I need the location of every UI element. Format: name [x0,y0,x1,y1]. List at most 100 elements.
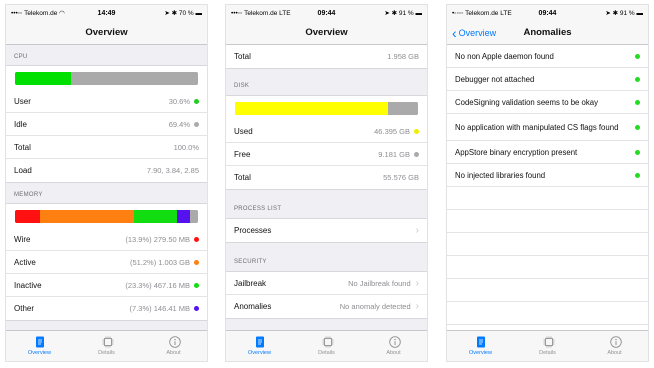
row-other: Other (7.3%) 146.41 MB [6,297,207,320]
legend-dot-icon [194,121,199,127]
anomaly-row: No non Apple daemon found [447,45,648,68]
row-total: Total 55.576 GB [226,166,427,189]
section-header-disk: DISK [234,83,250,89]
memory-rows: Wire (13.9%) 279.50 MB Active (51.2%) 1.003… [6,228,207,320]
row-value: 100.0% [173,142,199,152]
row-wire: Wire (13.9%) 279.50 MB [6,228,207,251]
row-label: Total [234,173,251,182]
row-used: Used 46.395 GB [226,120,427,143]
tab-overview[interactable]: Overview [226,331,293,361]
row-label: Used [234,126,253,136]
tab-label: About [386,350,401,356]
screen-overview-cpu-memory: •••◦◦ Telekom.de ◠ 14:49 ➤ ✱ 70 % ▬ Over… [5,4,208,362]
chip-icon [543,336,554,348]
row-anomalies[interactable]: Anomalies No anomaly detected › [226,295,427,318]
row-value: 7.90, 3.84, 2.85 [146,166,199,175]
anomaly-label: No application with manipulated CS flags… [455,122,619,132]
security-rows: Jailbreak No Jailbreak found › Anomalies No … [226,272,427,318]
anomaly-label: No injected libraries found [455,170,546,180]
row-label: User [14,96,31,106]
empty-rows [447,187,648,330]
tab-label: Overview [28,350,51,356]
anomaly-items: No non Apple daemon found Debugger not at… [447,45,648,187]
tab-about[interactable]: About [140,331,207,361]
row-jailbreak[interactable]: Jailbreak No Jailbreak found › [226,272,427,295]
section-header-cpu: CPU [14,54,28,60]
chevron-right-icon: › [415,277,419,289]
status-dot-icon [635,99,640,105]
scroll-content[interactable]: CPU User 30.6% Idle 69.4% Total 100.0% Load 7.9… [6,45,207,330]
row-value: (7.3%) 146.41 MB [129,304,190,313]
document-icon [476,336,486,348]
empty-row [447,279,648,302]
legend-dot-icon [194,282,199,288]
anomaly-label: No non Apple daemon found [455,51,554,61]
empty-row [447,210,648,233]
clock: 09:44 [538,9,557,17]
row-load: Load 7.90, 3.84, 2.85 [6,159,207,182]
scroll-content[interactable]: Total 1.958 GB DISK Used 46.395 GB Free 9.1… [226,45,427,330]
row-value: 69.4% [168,119,190,129]
status-dot-icon [635,124,640,130]
chevron-left-icon: ‹ [452,25,457,41]
memory-usage-bar [15,210,198,223]
battery-label: ➤ ✱ 91 % ▬ [605,10,643,17]
row-idle: Idle 69.4% [6,113,207,136]
chip-icon [102,336,113,348]
bar-segment [15,72,71,85]
document-icon [35,336,45,348]
anomaly-list[interactable]: No non Apple daemon found Debugger not at… [447,45,648,330]
bar-segment [235,102,388,115]
row-value: (51.2%) 1.003 GB [129,257,190,267]
row-processes[interactable]: Processes › [226,219,427,242]
tab-about[interactable]: About [581,331,648,361]
memory-total-group: Total 1.958 GB [226,45,427,69]
anomaly-label: CodeSigning validation seems to be okay [455,97,599,107]
row-value: 55.576 GB [383,173,419,182]
security-group: Jailbreak No Jailbreak found › Anomalies No … [226,271,427,319]
anomaly-row: No application with manipulated CS flags… [447,114,648,141]
tab-label: About [607,350,622,356]
row-label: Anomalies [234,302,272,311]
row-label: Free [234,149,251,159]
info-icon [168,336,181,348]
clock: 14:49 [97,9,116,17]
row-value: 9.181 GB [378,149,410,159]
battery-label: ➤ ✱ 91 % ▬ [384,10,422,17]
anomaly-row: CodeSigning validation seems to be okay [447,91,648,114]
page-title: Anomalies [523,27,572,38]
section-header-process-list: PROCESS LIST [234,206,282,212]
row-label: Wire [14,234,31,244]
carrier-label: •◦◦◦◦ Telekom.de LTE [452,9,512,17]
tab-details[interactable]: Details [293,331,360,361]
row-value: 46.395 GB [374,126,410,136]
carrier-label: •••◦◦ Telekom.de LTE [231,9,291,17]
cpu-rows: User 30.6% Idle 69.4% Total 100.0% Load 7.90, 3… [6,90,207,182]
tab-overview[interactable]: Overview [6,331,73,361]
row-value: No anomaly detected [339,302,411,311]
section-header-memory: MEMORY [14,192,43,198]
info-icon [609,336,622,348]
row-value: (23.3%) 467.16 MB [125,280,190,290]
bar-segment [190,210,198,223]
tab-about[interactable]: About [360,331,427,361]
tab-label: Overview [469,350,492,356]
process-rows: Processes › [226,219,427,242]
disk-rows: Used 46.395 GB Free 9.181 GB Total 55.576 GB [226,120,427,189]
status-bar: •••◦◦ Telekom.de ◠ 14:49 ➤ ✱ 70 % ▬ [6,5,207,21]
document-icon [255,336,265,348]
back-button[interactable]: ‹ Overview [452,21,496,45]
status-bar: •◦◦◦◦ Telekom.de LTE 09:44 ➤ ✱ 91 % ▬ [447,5,648,21]
page-title: Overview [85,27,128,38]
row-label: Total [234,52,251,61]
tab-details[interactable]: Details [73,331,140,361]
row-user: User 30.6% [6,90,207,113]
navigation-bar: Overview [226,21,427,45]
legend-dot-icon [194,259,199,265]
tab-details[interactable]: Details [514,331,581,361]
tab-overview[interactable]: Overview [447,331,514,361]
page-title: Overview [305,27,348,38]
row-total: Total 100.0% [6,136,207,159]
tab-label: Details [98,350,115,356]
screen-overview-disk-security: •••◦◦ Telekom.de LTE 09:44 ➤ ✱ 91 % ▬ Ov… [225,4,428,362]
